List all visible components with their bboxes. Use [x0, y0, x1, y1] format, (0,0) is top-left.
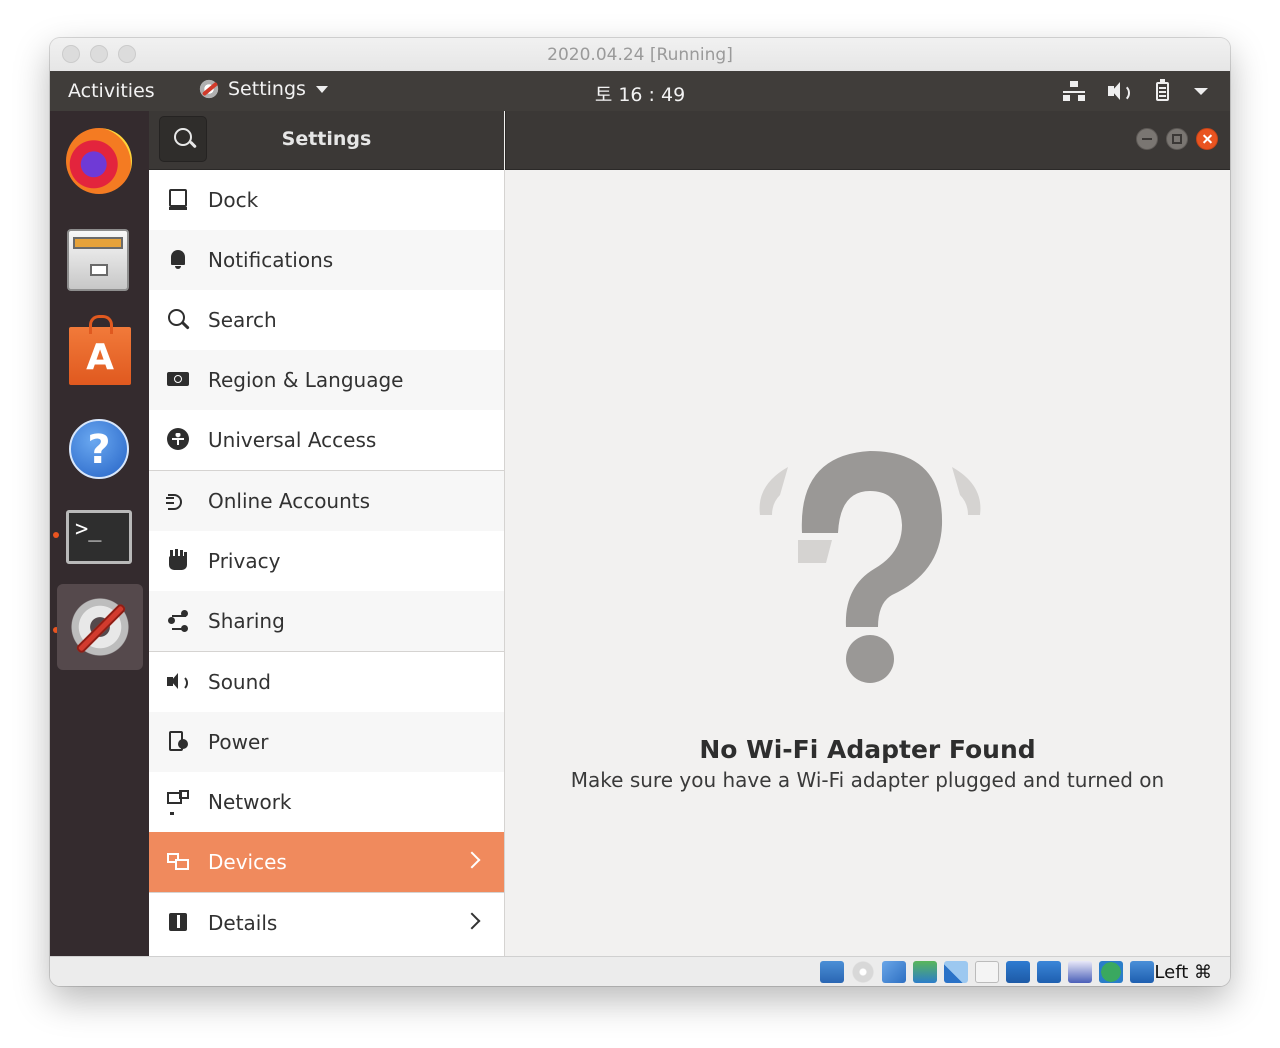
privacy-hand-icon [166, 548, 192, 574]
virtualbox-status-bar: Left ⌘ [50, 956, 1230, 986]
sidebar-item-dock[interactable]: Dock [149, 170, 504, 230]
network-icon [166, 789, 192, 815]
sidebar-item-details[interactable]: Details [149, 893, 504, 953]
vbox-device-icons [820, 961, 1154, 983]
usb-icon[interactable] [944, 961, 968, 983]
minimize-icon[interactable] [1136, 128, 1158, 150]
universal-access-icon [166, 427, 192, 453]
chevron-right-icon [463, 851, 481, 869]
battery-icon[interactable] [1150, 79, 1174, 103]
sidebar-item-label: Network [208, 790, 292, 814]
page-title: Settings [281, 128, 372, 150]
shared-folder-icon[interactable] [975, 961, 999, 983]
sidebar-item-label: Details [208, 911, 278, 935]
bell-icon [166, 247, 192, 273]
host-key-label: Left ⌘ [1154, 962, 1212, 983]
dock-software[interactable]: A [57, 311, 143, 397]
sidebar-item-label: Sharing [208, 609, 285, 633]
dock: A ? >_ [50, 111, 149, 986]
search-icon [166, 307, 192, 333]
sidebar-item-devices[interactable]: Devices [149, 832, 504, 892]
display-icon[interactable] [1006, 961, 1030, 983]
sidebar-item-label: Power [208, 730, 269, 754]
online-accounts-icon [166, 488, 192, 514]
sidebar-header: Settings [149, 111, 504, 170]
sidebar-item-label: Privacy [208, 549, 281, 573]
content-header [505, 111, 1230, 170]
details-icon [166, 910, 192, 936]
region-icon [166, 367, 192, 393]
settings-sidebar: Dock Notifications Search Region & Langu… [149, 170, 505, 956]
files-icon [67, 229, 129, 291]
network-adapter-icon[interactable] [913, 961, 937, 983]
share-icon [166, 608, 192, 634]
close-icon[interactable] [1196, 128, 1218, 150]
sidebar-item-universal-access[interactable]: Universal Access [149, 410, 504, 470]
empty-state-title: No Wi-Fi Adapter Found [699, 735, 1036, 764]
hard-disk-icon[interactable] [820, 961, 844, 983]
sidebar-item-region-language[interactable]: Region & Language [149, 350, 504, 410]
dock-help[interactable]: ? [57, 407, 143, 493]
dock-terminal[interactable]: >_ [57, 493, 143, 579]
no-wifi-question-icon [759, 451, 981, 683]
firefox-icon [66, 128, 132, 194]
video-capture-icon[interactable] [1037, 961, 1061, 983]
wifi-panel: No Wi-Fi Adapter Found Make sure you hav… [505, 170, 1230, 956]
download-icon[interactable] [1130, 961, 1154, 983]
sidebar-item-sound[interactable]: Sound [149, 652, 504, 712]
sidebar-item-label: Universal Access [208, 428, 377, 452]
dock-settings[interactable] [57, 584, 143, 670]
vm-window: 2020.04.24 [Running] Activities Settings… [50, 38, 1230, 986]
audio-icon[interactable] [882, 961, 906, 983]
power-icon [166, 729, 192, 755]
settings-icon [69, 596, 131, 658]
sidebar-item-power[interactable]: Power [149, 712, 504, 772]
guest-additions-icon[interactable] [1099, 961, 1123, 983]
empty-state-subtitle: Make sure you have a Wi-Fi adapter plugg… [570, 768, 1165, 792]
sidebar-item-label: Search [208, 308, 277, 332]
sidebar-item-label: Online Accounts [208, 489, 371, 513]
sidebar-item-label: Dock [208, 188, 259, 212]
sidebar-item-privacy[interactable]: Privacy [149, 531, 504, 591]
sidebar-item-label: Notifications [208, 248, 334, 272]
sidebar-item-label: Region & Language [208, 368, 404, 392]
chevron-right-icon [463, 912, 481, 930]
system-menu-caret-icon[interactable] [1194, 87, 1208, 95]
sidebar-item-notifications[interactable]: Notifications [149, 230, 504, 290]
software-store-icon: A [69, 315, 131, 385]
gnome-top-bar: Activities Settings 토 16 : 49 [50, 71, 1230, 111]
vm-window-title: 2020.04.24 [Running] [547, 45, 733, 65]
network-icon[interactable] [1062, 79, 1086, 103]
terminal-icon: >_ [66, 510, 132, 564]
dock-firefox[interactable] [57, 119, 143, 205]
maximize-icon[interactable] [1166, 128, 1188, 150]
system-tray[interactable] [1062, 79, 1208, 103]
speaker-icon [166, 669, 192, 695]
devices-icon [166, 849, 192, 875]
dock-icon [166, 187, 192, 213]
volume-icon[interactable] [1106, 79, 1130, 103]
sidebar-item-search[interactable]: Search [149, 290, 504, 350]
mac-title-bar: 2020.04.24 [Running] [50, 38, 1230, 72]
sidebar-item-label: Devices [208, 850, 287, 874]
dock-files[interactable] [57, 215, 143, 301]
optical-drive-icon[interactable] [851, 961, 875, 983]
cpu-icon[interactable] [1068, 961, 1092, 983]
sidebar-item-online-accounts[interactable]: Online Accounts [149, 471, 504, 531]
help-icon: ? [69, 419, 129, 479]
sidebar-item-label: Sound [208, 670, 271, 694]
clock[interactable]: 토 16 : 49 [50, 80, 1230, 107]
sidebar-item-sharing[interactable]: Sharing [149, 591, 504, 651]
sidebar-item-network[interactable]: Network [149, 772, 504, 832]
